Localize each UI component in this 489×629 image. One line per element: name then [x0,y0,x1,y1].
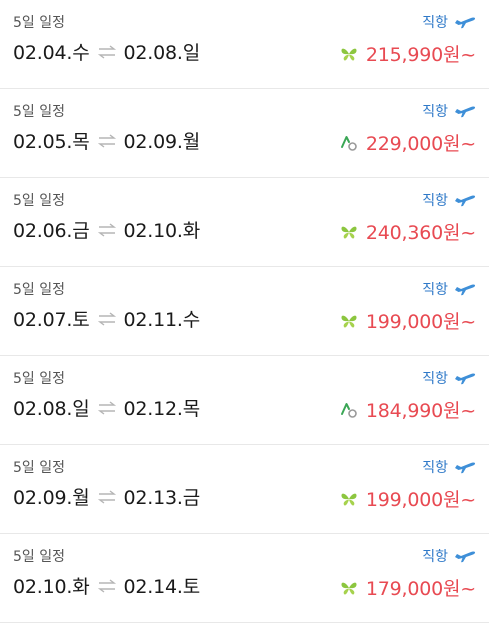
flight-option-row[interactable]: 5일 일정 02.05.목 02.09.월 직항 229,000원~ [0,89,489,178]
airplane-icon [455,106,476,118]
round-trip-arrows-icon [97,44,116,59]
airplane-icon [455,195,476,207]
airplane-icon [455,17,476,29]
price: 215,990원~ [365,44,476,66]
airplane-icon [455,551,476,563]
direct-flight-badge: 직항 [422,12,476,32]
price-info: 179,000원~ [340,574,476,601]
travel-dates: 02.06.금 02.10.화 [13,216,200,243]
departure-date: 02.10.화 [13,576,90,598]
direct-label: 직항 [422,460,448,476]
departure-date: 02.07.토 [13,309,90,331]
direct-flight-badge: 직항 [422,368,476,388]
travel-dates: 02.07.토 02.11.수 [13,305,200,332]
price: 229,000원~ [365,133,476,155]
price-info: 199,000원~ [340,485,476,512]
price-info: 184,990원~ [340,396,476,423]
return-date: 02.09.월 [123,131,201,153]
return-date: 02.13.금 [123,487,201,509]
round-trip-arrows-icon [97,222,116,237]
travel-dates: 02.04.수 02.08.일 [13,38,200,65]
trip-duration: 5일 일정 [13,371,65,387]
butterfly-airline-logo-icon [341,582,357,595]
direct-label: 직항 [422,193,448,209]
price: 184,990원~ [365,400,476,422]
butterfly-airline-logo-icon [341,315,357,328]
round-trip-arrows-icon [97,489,116,504]
return-date: 02.10.화 [123,220,201,242]
flight-option-row[interactable]: 5일 일정 02.09.월 02.13.금 직항 199,000원~ [0,445,489,534]
departure-date: 02.06.금 [13,220,90,242]
leaf-circle-airline-logo-icon [340,402,357,418]
leaf-circle-airline-logo-icon [340,135,357,151]
travel-dates: 02.10.화 02.14.토 [13,572,200,599]
airplane-icon [455,462,476,474]
trip-duration: 5일 일정 [13,15,65,31]
flight-option-row[interactable]: 5일 일정 02.06.금 02.10.화 직항 240,360원~ [0,178,489,267]
flight-option-row[interactable]: 5일 일정 02.04.수 02.08.일 직항 215,990원~ [0,0,489,89]
return-date: 02.08.일 [123,42,201,64]
butterfly-airline-logo-icon [341,493,357,506]
direct-flight-badge: 직항 [422,546,476,566]
travel-dates: 02.09.월 02.13.금 [13,483,200,510]
direct-label: 직항 [422,282,448,298]
departure-date: 02.08.일 [13,398,90,420]
airplane-icon [455,284,476,296]
departure-date: 02.04.수 [13,42,90,64]
direct-flight-badge: 직항 [422,101,476,121]
departure-date: 02.05.목 [13,131,90,153]
flight-option-row[interactable]: 5일 일정 02.07.토 02.11.수 직항 199,000원~ [0,267,489,356]
butterfly-airline-logo-icon [341,48,357,61]
trip-duration: 5일 일정 [13,104,65,120]
departure-date: 02.09.월 [13,487,90,509]
price: 240,360원~ [365,222,476,244]
round-trip-arrows-icon [97,578,116,593]
flight-schedule-list: 5일 일정 02.04.수 02.08.일 직항 215,990원~ 5일 일정… [0,0,489,623]
direct-label: 직항 [422,549,448,565]
flight-option-row[interactable]: 5일 일정 02.10.화 02.14.토 직항 179,000원~ [0,534,489,623]
price-info: 240,360원~ [340,218,476,245]
direct-label: 직항 [422,104,448,120]
return-date: 02.11.수 [123,309,201,331]
price: 199,000원~ [365,489,476,511]
trip-duration: 5일 일정 [13,460,65,476]
trip-duration: 5일 일정 [13,549,65,565]
return-date: 02.12.목 [123,398,201,420]
price-info: 199,000원~ [340,307,476,334]
travel-dates: 02.08.일 02.12.목 [13,394,200,421]
direct-flight-badge: 직항 [422,190,476,210]
airplane-icon [455,373,476,385]
travel-dates: 02.05.목 02.09.월 [13,127,200,154]
price: 179,000원~ [365,578,476,600]
direct-flight-badge: 직항 [422,457,476,477]
direct-label: 직항 [422,371,448,387]
direct-label: 직항 [422,15,448,31]
butterfly-airline-logo-icon [341,226,357,239]
round-trip-arrows-icon [97,133,116,148]
round-trip-arrows-icon [97,311,116,326]
round-trip-arrows-icon [97,400,116,415]
price-info: 229,000원~ [340,129,476,156]
return-date: 02.14.토 [123,576,201,598]
price-info: 215,990원~ [340,40,476,67]
flight-option-row[interactable]: 5일 일정 02.08.일 02.12.목 직항 184,990원~ [0,356,489,445]
direct-flight-badge: 직항 [422,279,476,299]
trip-duration: 5일 일정 [13,282,65,298]
trip-duration: 5일 일정 [13,193,65,209]
price: 199,000원~ [365,311,476,333]
